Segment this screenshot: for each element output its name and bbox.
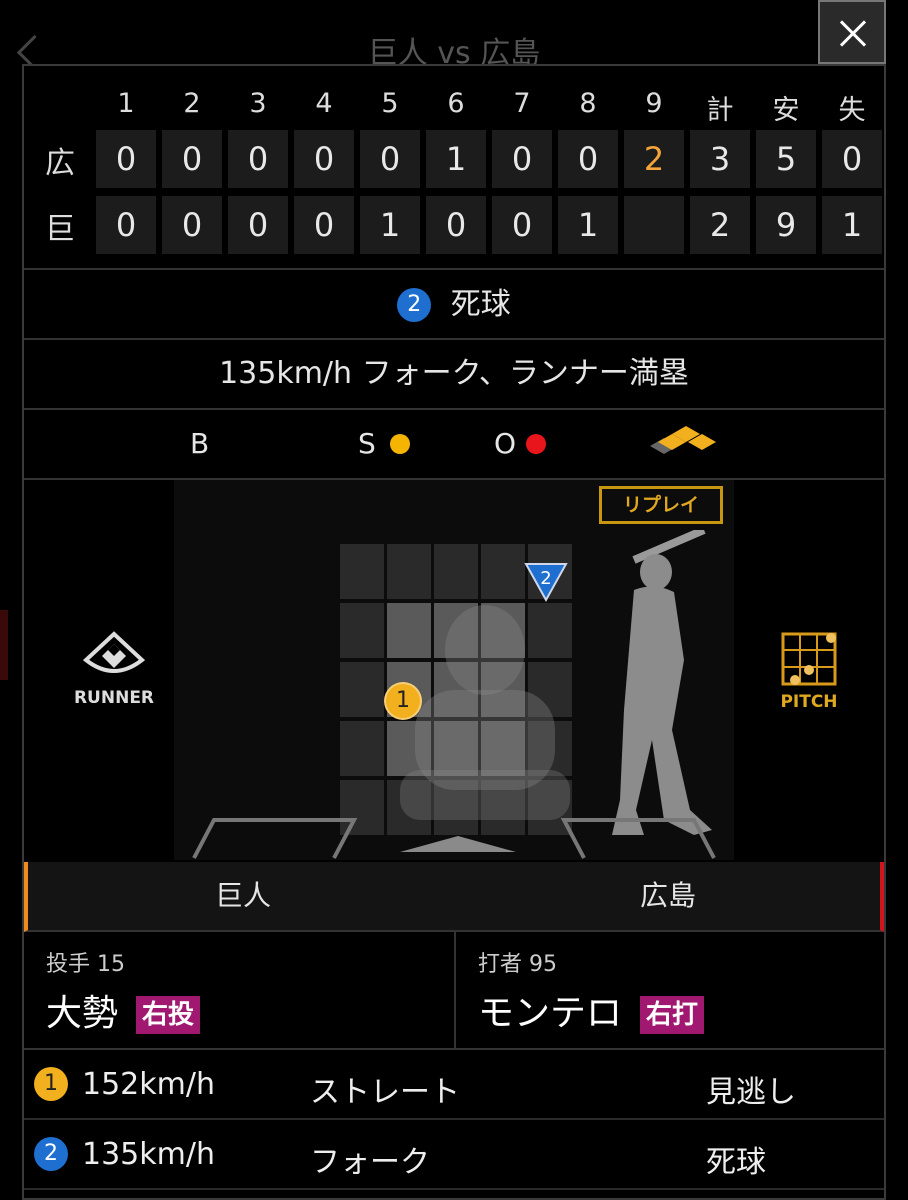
scoreboard-cell: 9 — [756, 196, 816, 254]
out-indicator — [526, 434, 546, 454]
scoreboard-column-header: 6 — [447, 88, 465, 119]
pitch-detail-modal: 123456789計安失 広 巨 00000100235000001001291… — [22, 64, 886, 1200]
scoreboard-cell: 0 — [360, 130, 420, 188]
scoreboard-cell: 0 — [228, 196, 288, 254]
scoreboard-cell: 1 — [426, 130, 486, 188]
scoreboard-cell: 0 — [492, 196, 552, 254]
pitch-speed: 135km/h — [82, 1137, 215, 1172]
batter-role: 打者 95 — [478, 952, 557, 977]
strike-count-label: S — [358, 427, 376, 460]
home-plate-area — [192, 818, 716, 859]
scoreboard-cell: 1 — [822, 196, 882, 254]
pitch-chart-button[interactable]: PITCH — [764, 628, 854, 728]
pitch-list-item[interactable]: 1 152km/h ストレート 見逃し — [24, 1050, 884, 1120]
pitch-number-badge: 1 — [34, 1067, 68, 1101]
team-header-carp: 広島 — [456, 862, 884, 932]
count-row: B S O — [24, 410, 884, 480]
runner-button[interactable]: RUNNER — [54, 630, 174, 720]
scoreboard-cell: 0 — [822, 130, 882, 188]
pitch-marker-2-number: 2 — [540, 568, 551, 589]
bat-hand-badge: 右打 — [640, 996, 705, 1034]
pitcher-role: 投手 15 — [46, 952, 125, 977]
scoreboard-column-header: 7 — [513, 88, 531, 119]
replay-button[interactable]: リプレイ — [599, 486, 723, 524]
scoreboard-cell: 0 — [294, 130, 354, 188]
pitch-marker-2[interactable]: 2 — [524, 562, 568, 604]
pitch-label: PITCH — [780, 692, 838, 712]
pitcher-name: 大勢 — [46, 993, 119, 1034]
scoreboard-column-header: 8 — [579, 88, 597, 119]
pitch-result: 見逃し — [706, 1075, 796, 1110]
scoreboard-column-header: 3 — [249, 88, 267, 119]
scoreboard-cell: 0 — [162, 130, 222, 188]
scoreboard: 123456789計安失 広 巨 00000100235000001001291 — [24, 66, 884, 270]
pitch-result: 死球 — [706, 1145, 766, 1180]
close-button[interactable] — [818, 0, 886, 64]
scoreboard-cell: 0 — [492, 130, 552, 188]
scoreboard-column-header: 計 — [706, 95, 734, 126]
pitch-speed: 152km/h — [82, 1067, 215, 1102]
scoreboard-cell: 0 — [426, 196, 486, 254]
scoreboard-cell: 0 — [558, 130, 618, 188]
scoreboard-column-header: 1 — [117, 88, 135, 119]
scoreboard-cell: 0 — [228, 130, 288, 188]
scoreboard-cell: 5 — [756, 130, 816, 188]
pitch-number-badge: 2 — [34, 1137, 68, 1171]
batter-name: モンテロ — [478, 993, 623, 1034]
strike-indicator — [390, 434, 410, 454]
pitch-number-badge: 2 — [397, 287, 432, 322]
scoreboard-column-header: 2 — [183, 88, 201, 119]
scoreboard-cell: 0 — [162, 196, 222, 254]
batter-name-row: モンテロ 右打 — [478, 984, 705, 1036]
scoreboard-cell — [624, 196, 684, 254]
pitch-type: ストレート — [310, 1075, 460, 1110]
scoreboard-cell: 2 — [624, 130, 684, 188]
scoreboard-column-header: 5 — [381, 88, 399, 119]
out-count-label: O — [494, 427, 517, 460]
bases-loaded-icon — [650, 426, 716, 454]
scoreboard-cell: 0 — [96, 130, 156, 188]
scoreboard-cell: 0 — [294, 196, 354, 254]
pitch-description: 135km/h フォーク、ランナー満塁 — [24, 340, 884, 410]
scoreboard-column-header: 9 — [645, 88, 663, 119]
scoreboard-cell: 2 — [690, 196, 750, 254]
scoreboard-cell: 1 — [558, 196, 618, 254]
strike-zone-panel: 1 2 リプレイ — [174, 480, 734, 860]
diamond-field-icon — [82, 631, 146, 673]
pitcher-name-row: 大勢 右投 — [46, 984, 201, 1036]
scoreboard-column-header: 安 — [772, 95, 800, 126]
scoreboard-column-header: 4 — [315, 88, 333, 119]
team-header-giants: 巨人 — [24, 862, 460, 932]
event-row: 2 死球 — [24, 270, 884, 340]
team-abbr-home: 巨 — [45, 212, 75, 247]
throw-hand-badge: 右投 — [136, 996, 201, 1034]
strike-zone-area: RUNNER 1 2 リプレイ PITCH — [24, 480, 884, 860]
event-label: 死球 — [450, 286, 511, 322]
pitch-marker-1[interactable]: 1 — [384, 682, 422, 720]
pitch-type: フォーク — [310, 1145, 430, 1180]
pitcher-info: 投手 15 大勢 右投 — [24, 932, 456, 1050]
ball-count-label: B — [190, 427, 210, 460]
scoreboard-cell: 0 — [96, 196, 156, 254]
pitch-grid-icon — [781, 632, 837, 686]
team-abbr-away: 広 — [45, 146, 75, 181]
background-edge — [0, 610, 8, 680]
scoreboard-cell: 1 — [360, 196, 420, 254]
runner-label: RUNNER — [73, 688, 155, 708]
pitch-list-item[interactable]: 2 135km/h フォーク 死球 — [24, 1120, 884, 1190]
batter-info: 打者 95 モンテロ 右打 — [456, 932, 884, 1050]
scoreboard-column-header: 失 — [838, 95, 866, 126]
scoreboard-cell: 3 — [690, 130, 750, 188]
